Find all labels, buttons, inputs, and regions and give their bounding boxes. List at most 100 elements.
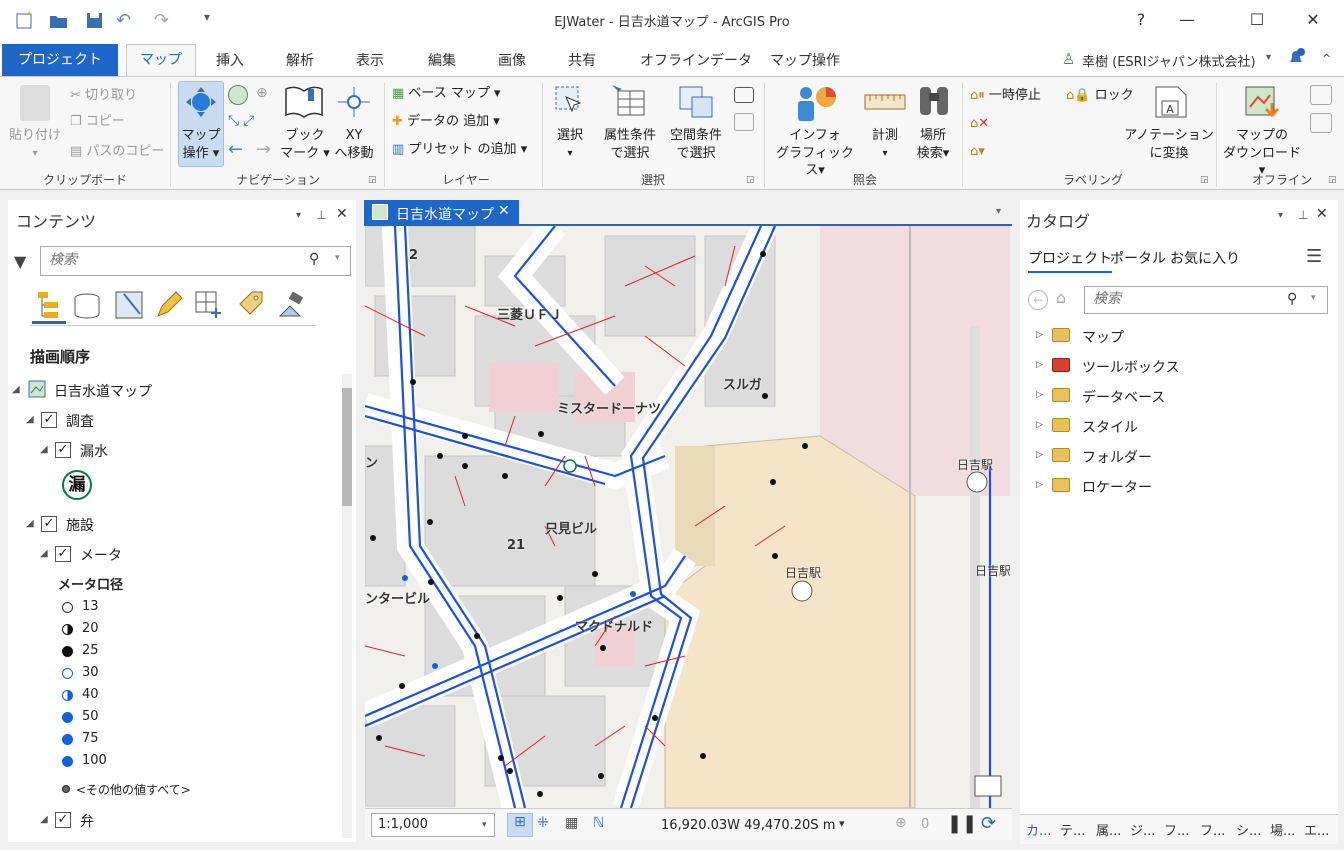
- tab-edit[interactable]: 編集: [428, 50, 456, 70]
- expand-triangle-icon[interactable]: ▷: [1036, 480, 1043, 490]
- expand-triangle-icon[interactable]: ▷: [1036, 450, 1043, 460]
- meter-checkbox[interactable]: ✓: [55, 546, 71, 562]
- scale-selector[interactable]: 1:1,000 ▾: [371, 813, 495, 837]
- close-tab-icon[interactable]: ✕: [498, 203, 510, 219]
- notification-icon[interactable]: [1286, 48, 1306, 68]
- catalog-item-toolboxes[interactable]: ツールボックス: [1082, 357, 1180, 377]
- contents-search-box[interactable]: ⚲ ▾: [40, 246, 351, 276]
- search-dropdown-icon[interactable]: ▾: [1311, 293, 1316, 303]
- select-by-location-button[interactable]: で選択: [664, 145, 728, 162]
- catalog-tab-project[interactable]: プロジェクト: [1028, 248, 1112, 273]
- scrollbar-thumb[interactable]: [342, 388, 352, 506]
- dock-tab[interactable]: フ...: [1164, 820, 1189, 839]
- pane-options-icon[interactable]: ▾: [296, 210, 301, 221]
- pause-drawing-icon[interactable]: ❚❚: [947, 813, 977, 834]
- clear-selection-icon[interactable]: [734, 113, 754, 131]
- tab-insert[interactable]: 挿入: [216, 50, 244, 70]
- list-by-labeling-icon[interactable]: [236, 290, 266, 320]
- back-icon[interactable]: ←: [1028, 290, 1048, 310]
- tab-map[interactable]: マップ: [126, 44, 196, 77]
- collapse-triangle-icon[interactable]: ◢: [26, 518, 34, 529]
- maximize-button[interactable]: ☐: [1234, 8, 1280, 32]
- catalog-search-input[interactable]: [1085, 287, 1275, 311]
- dock-tab[interactable]: ジ...: [1130, 820, 1155, 839]
- cut-button[interactable]: ✂ 切り取り: [70, 87, 137, 104]
- measure-dropdown-icon[interactable]: ▾: [862, 145, 908, 162]
- tab-share[interactable]: 共有: [568, 50, 596, 70]
- search-icon[interactable]: ⚲: [1287, 291, 1297, 307]
- map-name[interactable]: 日吉水道マップ: [54, 381, 152, 401]
- previous-extent-icon[interactable]: ←: [228, 139, 248, 160]
- catalog-item-folders[interactable]: フォルダー: [1082, 447, 1152, 467]
- tab-imagery[interactable]: 画像: [498, 50, 526, 70]
- catalog-item-styles[interactable]: スタイル: [1082, 417, 1138, 437]
- dialog-launcher-icon[interactable]: ◲: [1328, 175, 1337, 185]
- catalog-item-databases[interactable]: データベース: [1082, 387, 1165, 407]
- contents-search-input[interactable]: [41, 247, 301, 273]
- select-button[interactable]: 選択: [548, 127, 592, 144]
- fixed-zoom-in-out-icon[interactable]: ⤡⤢: [228, 113, 276, 133]
- add-data-button[interactable]: ✚ データの 追加 ▾: [392, 113, 500, 130]
- expand-triangle-icon[interactable]: ▷: [1036, 330, 1043, 340]
- collapse-triangle-icon[interactable]: ◢: [40, 444, 48, 455]
- list-by-snapping-icon[interactable]: [194, 290, 224, 320]
- search-icon[interactable]: ⚲: [309, 251, 319, 267]
- list-by-drawing-order-icon[interactable]: [32, 288, 66, 324]
- select-by-attributes-button[interactable]: で選択: [598, 145, 662, 162]
- catalog-tab-portal[interactable]: ポータル: [1110, 248, 1166, 268]
- go-to-xy-button[interactable]: へ移動: [330, 145, 378, 162]
- collapse-triangle-icon[interactable]: ◢: [26, 414, 34, 425]
- expand-triangle-icon[interactable]: ▷: [1036, 360, 1043, 370]
- map-view-tab[interactable]: 日吉水道マップ ✕: [364, 200, 519, 226]
- attributes-icon[interactable]: [734, 87, 754, 103]
- search-dropdown-icon[interactable]: ▾: [335, 253, 340, 263]
- survey-layer-label[interactable]: 調査: [66, 411, 94, 431]
- map-view[interactable]: 2 三菱ＵＦＪ スルガ ミスタードーナツ 只見ビル 21 ンタービル マクドナル…: [365, 226, 1010, 808]
- list-by-selection-icon[interactable]: [114, 290, 144, 320]
- collapse-triangle-icon[interactable]: ◢: [12, 384, 20, 395]
- survey-checkbox[interactable]: ✓: [41, 412, 57, 428]
- catalog-search-box[interactable]: ⚲ ▾: [1084, 286, 1328, 314]
- close-pane-icon[interactable]: ✕: [1316, 206, 1328, 222]
- dialog-launcher-icon[interactable]: ◲: [746, 175, 755, 185]
- paste-button[interactable]: 貼り付け: [8, 127, 62, 144]
- contents-scrollbar[interactable]: [342, 374, 352, 838]
- paste-dropdown-icon[interactable]: ▾: [30, 145, 40, 162]
- meter-layer-label[interactable]: メータ: [80, 545, 122, 565]
- refresh-icon[interactable]: ⟳: [981, 813, 996, 834]
- convert-to-annotation-button[interactable]: に変換: [1124, 145, 1214, 162]
- close-button[interactable]: ✕: [1290, 8, 1336, 32]
- filter-icon[interactable]: ▼: [14, 252, 26, 271]
- bookmark-button[interactable]: マーク ▾: [280, 145, 330, 162]
- list-by-perspective-icon[interactable]: [278, 290, 308, 320]
- dock-tab[interactable]: フ...: [1200, 820, 1225, 839]
- next-extent-icon[interactable]: →: [256, 139, 276, 160]
- dock-tab[interactable]: エ...: [1304, 820, 1329, 839]
- pin-icon[interactable]: ⊥: [1298, 208, 1308, 222]
- dock-tab[interactable]: シ...: [1236, 820, 1261, 839]
- facility-checkbox[interactable]: ✓: [41, 516, 57, 532]
- measure-button[interactable]: 計測: [862, 127, 908, 144]
- tab-view[interactable]: 表示: [356, 50, 384, 70]
- dialog-launcher-icon[interactable]: ◲: [1200, 175, 1209, 185]
- catalog-item-maps[interactable]: マップ: [1082, 327, 1124, 347]
- add-preset-button[interactable]: ▥ プリセット の追加 ▾: [392, 141, 527, 158]
- table-icon[interactable]: ▦: [565, 815, 578, 831]
- dock-tab[interactable]: 場...: [1270, 820, 1295, 839]
- sync-icon[interactable]: [1310, 85, 1332, 105]
- minimize-button[interactable]: —: [1164, 8, 1210, 32]
- dock-tab-catalog[interactable]: カ...: [1026, 820, 1051, 839]
- remove-offline-icon[interactable]: [1310, 113, 1332, 133]
- collapse-triangle-icon[interactable]: ◢: [40, 548, 48, 559]
- tab-map-operations[interactable]: マップ操作: [770, 50, 840, 70]
- full-extent-icon[interactable]: [228, 85, 248, 105]
- leak-layer-label[interactable]: 漏水: [80, 441, 108, 461]
- tab-list-dropdown-icon[interactable]: ▾: [996, 206, 1001, 217]
- valve-checkbox[interactable]: ✓: [55, 812, 71, 828]
- catalog-tab-favorites[interactable]: お気に入り: [1170, 248, 1240, 268]
- expand-triangle-icon[interactable]: ▷: [1036, 420, 1043, 430]
- valve-layer-label[interactable]: 弁: [80, 811, 94, 831]
- user-dropdown-icon[interactable]: ▾: [1266, 52, 1271, 63]
- user-name[interactable]: 幸樹 (ESRIジャパン株式会社): [1082, 51, 1256, 70]
- tab-analysis[interactable]: 解析: [286, 50, 314, 70]
